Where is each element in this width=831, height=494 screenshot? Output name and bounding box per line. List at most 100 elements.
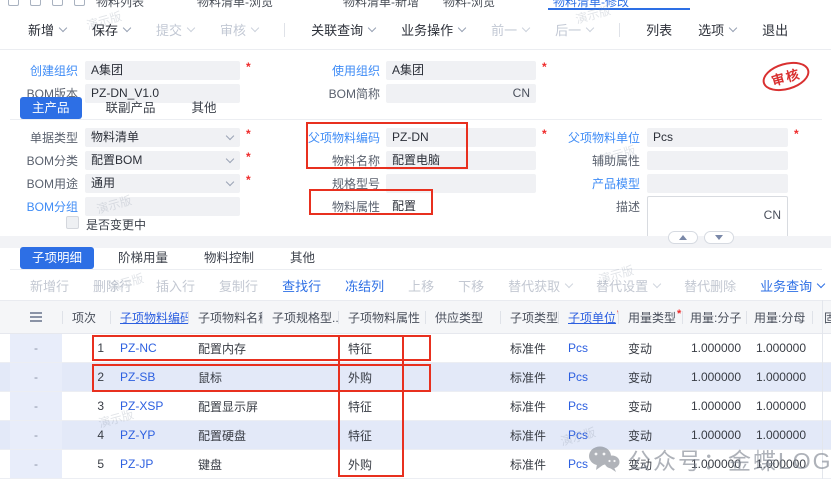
- col-child-spec[interactable]: 子项规格型...: [262, 301, 338, 333]
- options-button[interactable]: 选项: [698, 20, 736, 39]
- child-code-link[interactable]: PZ-SB: [120, 370, 155, 384]
- col-supply-type[interactable]: 供应类型: [425, 301, 500, 333]
- next-button[interactable]: 后一: [555, 20, 593, 39]
- child-code-link[interactable]: PZ-NC: [120, 341, 157, 355]
- required-mark: *: [246, 173, 251, 187]
- move-up-button[interactable]: 上移: [408, 276, 434, 295]
- changing-checkbox[interactable]: [66, 216, 79, 229]
- audit-stamp: 审核: [759, 57, 813, 96]
- table-row[interactable]: - 5 PZ-JP 键盘 外购 标准件 Pcs 变动 1.000000 1.00…: [0, 450, 831, 479]
- related-query-button[interactable]: 关联查询: [311, 20, 375, 39]
- substitute-set-button[interactable]: 替代设置: [596, 276, 660, 295]
- bom-use-select[interactable]: 通用: [85, 174, 240, 193]
- app-icon[interactable]: [74, 0, 85, 6]
- doc-type-select[interactable]: 物料清单: [85, 128, 240, 147]
- bom-class-select[interactable]: 配置BOM: [85, 151, 240, 170]
- business-query-button[interactable]: 业务查询: [760, 276, 824, 295]
- prev-button[interactable]: 前一: [491, 20, 529, 39]
- row-toolbar: 新增行 删除行 插入行 复制行 查找行 冻结列 上移 下移 替代获取 替代设置 …: [0, 272, 831, 298]
- unit-link[interactable]: Pcs: [568, 457, 588, 471]
- row-handle[interactable]: -: [10, 334, 62, 362]
- freeze-column-button[interactable]: 冻结列: [345, 276, 384, 295]
- row-handle[interactable]: -: [10, 450, 62, 478]
- save-button[interactable]: 保存: [92, 20, 130, 39]
- col-usage-type[interactable]: 用量类型*: [618, 301, 682, 333]
- unit-link[interactable]: Pcs: [568, 370, 588, 384]
- child-code-link[interactable]: PZ-XSP: [120, 399, 163, 413]
- create-org-field[interactable]: A集团: [85, 61, 240, 80]
- tab-child-detail[interactable]: 子项明细: [20, 247, 94, 269]
- chevron-down-icon: [226, 178, 234, 186]
- col-seq[interactable]: 项次: [62, 301, 110, 333]
- col-child-unit[interactable]: 子项单位*: [558, 301, 618, 333]
- mat-name-field[interactable]: 配置电脑: [386, 151, 536, 170]
- table-row[interactable]: - 2 PZ-SB 鼠标 外购 标准件 Pcs 变动 1.000000 1.00…: [0, 363, 831, 392]
- top-tab[interactable]: 物料清单-浏览: [197, 0, 273, 10]
- substitute-delete-button[interactable]: 替代删除: [684, 276, 736, 295]
- app-icon[interactable]: [8, 0, 19, 6]
- table-row[interactable]: - 1 PZ-NC 配置内存 特征 标准件 Pcs 变动 1.000000 1.…: [0, 334, 831, 363]
- use-org-field[interactable]: A集团: [386, 61, 536, 80]
- collapse-down-button[interactable]: [704, 231, 734, 244]
- table-row[interactable]: - 3 PZ-XSP 配置显示屏 特征 标准件 Pcs 变动 1.000000 …: [0, 392, 831, 421]
- audit-button[interactable]: 审核: [220, 20, 258, 39]
- tab-joint-product[interactable]: 联副产品: [94, 97, 168, 119]
- row-handle[interactable]: -: [10, 392, 62, 420]
- col-child-type[interactable]: 子项类型*: [500, 301, 558, 333]
- row-handle[interactable]: -: [10, 363, 62, 391]
- col-child-name[interactable]: 子项物料名称: [188, 301, 262, 333]
- col-child-attr[interactable]: 子项物料属性: [338, 301, 425, 333]
- app-icon[interactable]: [30, 0, 41, 6]
- aux-attr-field[interactable]: [647, 151, 788, 170]
- new-button[interactable]: 新增: [28, 20, 66, 39]
- collapse-up-button[interactable]: [668, 231, 698, 244]
- delete-row-button[interactable]: 删除行: [93, 276, 132, 295]
- aux-attr-label: 辅助属性: [548, 152, 640, 170]
- col-usage-numerator[interactable]: 用量:分子: [682, 301, 746, 333]
- unit-link[interactable]: Pcs: [568, 399, 588, 413]
- substitute-get-button[interactable]: 替代获取: [508, 276, 572, 295]
- business-ops-button[interactable]: 业务操作: [401, 20, 465, 39]
- top-tab[interactable]: 物料-浏览: [443, 0, 495, 10]
- row-config-icon[interactable]: [10, 301, 62, 333]
- list-button[interactable]: 列表: [646, 20, 672, 39]
- table-row[interactable]: - 4 PZ-YP 配置硬盘 特征 标准件 Pcs 变动 1.000000 1.…: [0, 421, 831, 450]
- copy-row-button[interactable]: 复制行: [219, 276, 258, 295]
- column-divider: [822, 300, 823, 479]
- child-code-link[interactable]: PZ-JP: [120, 457, 153, 471]
- tab-detail-other[interactable]: 其他: [278, 247, 327, 269]
- tab-other-product[interactable]: 其他: [180, 97, 229, 119]
- tab-material-control[interactable]: 物料控制: [192, 247, 266, 269]
- submit-button[interactable]: 提交: [156, 20, 194, 39]
- bom-group-field[interactable]: [85, 197, 240, 216]
- insert-row-button[interactable]: 插入行: [156, 276, 195, 295]
- spec-field[interactable]: [386, 174, 536, 193]
- required-mark: *: [246, 127, 251, 141]
- col-usage-denominator[interactable]: 用量:分母: [746, 301, 812, 333]
- move-down-button[interactable]: 下移: [458, 276, 484, 295]
- find-row-button[interactable]: 查找行: [282, 276, 321, 295]
- main-toolbar: 新增 保存 提交 审核 关联查询 业务操作 前一 后一 列表 选项 退出: [0, 10, 831, 50]
- required-mark: *: [246, 150, 251, 164]
- parent-unit-field[interactable]: Pcs: [647, 128, 788, 147]
- chevron-down-icon: [123, 24, 131, 32]
- top-tab[interactable]: 物料清单-新增: [343, 0, 419, 10]
- top-tab[interactable]: 物料列表: [96, 0, 144, 10]
- app-icon[interactable]: [52, 0, 63, 6]
- mat-attr-field[interactable]: 配置: [386, 197, 536, 216]
- row-handle[interactable]: -: [10, 421, 62, 449]
- chevron-down-icon: [368, 24, 376, 32]
- unit-link[interactable]: Pcs: [568, 341, 588, 355]
- add-row-button[interactable]: 新增行: [30, 276, 69, 295]
- tab-step-usage[interactable]: 阶梯用量: [106, 247, 180, 269]
- exit-button[interactable]: 退出: [762, 20, 788, 39]
- child-code-link[interactable]: PZ-YP: [120, 428, 155, 442]
- col-child-code[interactable]: 子项物料编码*: [110, 301, 188, 333]
- product-model-field[interactable]: [647, 174, 788, 193]
- bom-class-label: BOM分类: [10, 152, 78, 170]
- tab-main-product[interactable]: 主产品: [20, 97, 82, 119]
- bom-abbr-field[interactable]: CN: [386, 84, 536, 103]
- unit-link[interactable]: Pcs: [568, 428, 588, 442]
- parent-code-field[interactable]: PZ-DN: [386, 128, 536, 147]
- required-mark: *: [794, 127, 799, 141]
